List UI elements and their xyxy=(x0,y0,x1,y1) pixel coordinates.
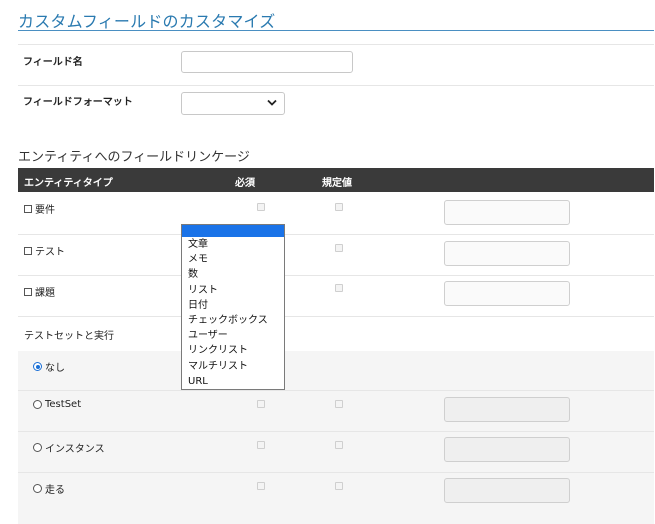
dropdown-option-empty[interactable] xyxy=(182,225,284,237)
radio-button[interactable] xyxy=(33,443,42,452)
divider xyxy=(18,44,654,45)
checkbox[interactable] xyxy=(24,246,32,255)
page-title: カスタムフィールドのカスタマイズ xyxy=(18,12,276,31)
default-value-input[interactable] xyxy=(444,200,570,225)
table-row: TestSet xyxy=(18,391,654,431)
dropdown-option-number[interactable]: 数 xyxy=(182,267,284,282)
testset-option-run[interactable]: 走る xyxy=(33,481,65,496)
default-checkbox[interactable] xyxy=(335,244,343,252)
required-checkbox[interactable] xyxy=(257,441,265,449)
required-checkbox[interactable] xyxy=(257,400,265,408)
radio-button[interactable] xyxy=(33,400,42,409)
default-checkbox[interactable] xyxy=(335,400,343,408)
table-row: なし xyxy=(18,351,654,390)
dropdown-option-checkbox[interactable]: チェックボックス xyxy=(182,313,284,328)
testset-option-none[interactable]: なし xyxy=(33,359,65,374)
default-value-input[interactable] xyxy=(444,397,570,422)
field-name-label: フィールド名 xyxy=(23,57,83,68)
chevron-down-icon xyxy=(267,99,277,106)
table-row: 課題 xyxy=(18,276,654,316)
linkage-table-header: エンティティタイプ 必須 規定値 xyxy=(18,168,654,192)
default-value-input[interactable] xyxy=(444,478,570,503)
linkage-section-title: エンティティへのフィールドリンケージ xyxy=(18,150,250,165)
radio-button[interactable] xyxy=(33,484,42,493)
dropdown-option-text[interactable]: 文章 xyxy=(182,237,284,252)
field-format-label: フィールドフォーマット xyxy=(23,97,133,108)
header-required: 必須 xyxy=(235,178,255,189)
default-value-input[interactable] xyxy=(444,281,570,306)
default-checkbox[interactable] xyxy=(335,284,343,292)
dropdown-option-list[interactable]: リスト xyxy=(182,283,284,298)
default-checkbox[interactable] xyxy=(335,482,343,490)
dropdown-option-url[interactable]: URL xyxy=(182,374,284,389)
entity-test[interactable]: テスト xyxy=(24,243,65,258)
dropdown-option-multi-list[interactable]: マルチリスト xyxy=(182,359,284,374)
testset-option-testset[interactable]: TestSet xyxy=(33,399,81,410)
dropdown-option-user[interactable]: ユーザー xyxy=(182,328,284,343)
table-row: 要件 xyxy=(18,193,654,234)
checkbox[interactable] xyxy=(24,204,32,213)
testset-heading: テストセットと実行 xyxy=(24,331,114,342)
required-checkbox[interactable] xyxy=(257,203,265,211)
dropdown-option-link-list[interactable]: リンクリスト xyxy=(182,343,284,358)
divider xyxy=(18,85,654,86)
field-name-input[interactable] xyxy=(181,51,353,73)
entity-issue[interactable]: 課題 xyxy=(24,284,55,299)
header-entity-type: エンティティタイプ xyxy=(24,178,113,189)
field-format-dropdown-list: 文章 メモ 数 リスト 日付 チェックボックス ユーザー リンクリスト マルチリ… xyxy=(181,224,285,390)
entity-requirement[interactable]: 要件 xyxy=(24,201,55,216)
dropdown-option-date[interactable]: 日付 xyxy=(182,298,284,313)
default-value-input[interactable] xyxy=(444,241,570,266)
table-row: テスト xyxy=(18,235,654,275)
testset-heading-row: テストセットと実行 xyxy=(18,317,654,351)
dropdown-option-memo[interactable]: メモ xyxy=(182,252,284,267)
table-row: 走る xyxy=(18,473,654,524)
testset-option-instance[interactable]: インスタンス xyxy=(33,440,105,455)
header-default: 規定値 xyxy=(322,178,352,189)
table-row: インスタンス xyxy=(18,432,654,472)
required-checkbox[interactable] xyxy=(257,482,265,490)
field-format-select[interactable] xyxy=(181,92,285,115)
default-checkbox[interactable] xyxy=(335,203,343,211)
default-value-input[interactable] xyxy=(444,437,570,462)
radio-button[interactable] xyxy=(33,362,42,371)
default-checkbox[interactable] xyxy=(335,441,343,449)
checkbox[interactable] xyxy=(24,287,32,296)
title-divider xyxy=(18,30,654,31)
